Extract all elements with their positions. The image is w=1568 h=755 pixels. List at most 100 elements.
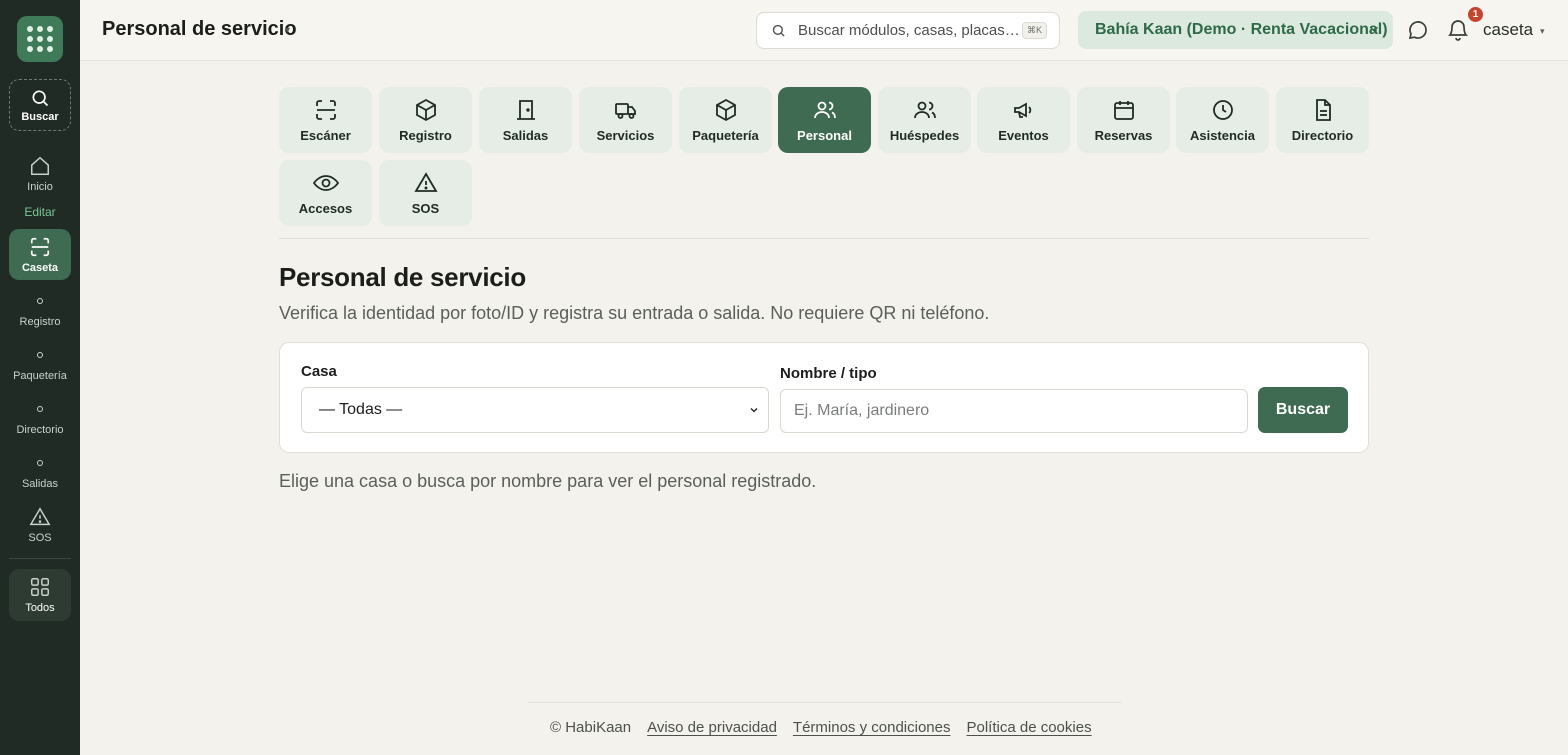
global-search-input[interactable]: Buscar módulos, casas, placas… ⌘K	[756, 12, 1060, 49]
page-title[interactable]: Personal de servicio	[102, 18, 297, 41]
tile-label: SOS	[411, 200, 440, 216]
tile-paqueteria[interactable]: Paquetería	[679, 87, 772, 153]
chevron-down-icon	[1370, 26, 1378, 32]
nombre-label: Nombre / tipo	[780, 365, 877, 382]
sidebar-item-paqueteria[interactable]: Paquetería	[9, 352, 71, 382]
sidebar-section-label: Editar	[24, 205, 56, 219]
sidebar-item-label: Registro	[19, 316, 61, 328]
terms-link[interactable]: Términos y condiciones	[793, 719, 951, 736]
section-divider	[279, 238, 1369, 239]
tile-salidas[interactable]: Salidas	[479, 87, 572, 153]
tile-label: Registro	[399, 127, 452, 143]
sidebar-item-todos[interactable]: Todos	[9, 569, 71, 621]
sidebar-search-button[interactable]: Buscar	[9, 79, 71, 131]
sidebar-item-label: Caseta	[21, 261, 59, 274]
tile-label: Reservas	[1094, 127, 1153, 143]
caret-down-icon[interactable]: ▾	[285, 25, 290, 36]
tile-personal[interactable]: Personal	[778, 87, 871, 153]
users-icon	[813, 101, 836, 118]
tile-asistencia[interactable]: Asistencia	[1176, 87, 1269, 153]
tile-label: Salidas	[502, 127, 549, 143]
tile-label: Personal	[797, 127, 852, 143]
tile-eventos[interactable]: Eventos	[977, 87, 1070, 153]
sidebar-item-label: Todos	[25, 602, 55, 614]
document-icon	[1315, 98, 1331, 121]
warning-icon	[413, 171, 438, 192]
tile-sos[interactable]: SOS	[379, 160, 472, 226]
eye-icon	[312, 174, 339, 191]
app-logo[interactable]	[17, 16, 63, 62]
warning-icon	[29, 507, 51, 526]
user-menu[interactable]: caseta	[1483, 20, 1533, 40]
tile-label: Eventos	[998, 127, 1049, 143]
community-selector[interactable]: Bahía Kaan (Demo · Renta Vacacional)	[1078, 11, 1393, 49]
dot-icon	[37, 352, 43, 358]
tile-label: Asistencia	[1189, 127, 1256, 143]
footer: © HabiKaan Aviso de privacidad Términos …	[550, 719, 1092, 736]
filter-card: Casa — Todas — Nombre / tipo Buscar	[279, 342, 1369, 453]
privacy-link[interactable]: Aviso de privacidad	[647, 719, 777, 736]
casa-select[interactable]: — Todas —	[301, 387, 769, 433]
dot-icon	[37, 298, 43, 304]
door-icon	[516, 99, 535, 120]
sidebar-item-registro[interactable]: Registro	[9, 298, 71, 328]
caret-down-icon[interactable]: ▾	[1540, 26, 1545, 37]
sidebar-item-label: SOS	[28, 532, 52, 544]
section-subtitle: Verifica la identidad por foto/ID y regi…	[279, 303, 990, 323]
sidebar-item-label: Inicio	[27, 181, 53, 193]
casa-label: Casa	[301, 363, 337, 380]
calendar-icon	[1113, 100, 1134, 120]
sidebar-item-label: Paquetería	[13, 370, 67, 382]
dot-icon	[37, 460, 43, 466]
bell-icon[interactable]	[1446, 18, 1470, 42]
tile-label: Escáner	[300, 127, 351, 143]
sidebar-item-caseta[interactable]: Caseta	[9, 229, 71, 280]
community-label: Bahía Kaan (Demo · Renta Vacacional)	[1095, 21, 1388, 38]
tile-label: Directorio	[1291, 127, 1354, 143]
search-icon	[772, 24, 785, 37]
sidebar-item-label: Salidas	[21, 478, 59, 490]
sidebar-item-inicio[interactable]: Inicio	[9, 155, 71, 193]
copyright: © HabiKaan	[550, 719, 632, 736]
sidebar-item-label: Directorio	[16, 424, 64, 436]
nombre-input[interactable]	[780, 389, 1248, 433]
tile-reservas[interactable]: Reservas	[1077, 87, 1170, 153]
scan-icon	[30, 237, 50, 256]
box-icon	[415, 98, 436, 121]
guests-icon	[913, 101, 936, 118]
dot-icon	[37, 406, 43, 412]
search-icon	[32, 90, 49, 106]
footer-divider	[528, 702, 1122, 703]
home-icon	[31, 156, 49, 175]
apps-grid-icon	[31, 578, 49, 596]
grid-dots-icon	[27, 26, 53, 52]
cookies-link[interactable]: Política de cookies	[967, 719, 1092, 736]
tile-label: Huéspedes	[889, 127, 960, 143]
tile-registro[interactable]: Registro	[379, 87, 472, 153]
tile-label: Accesos	[298, 200, 353, 216]
search-button[interactable]: Buscar	[1258, 387, 1348, 433]
tile-label: Servicios	[596, 127, 655, 143]
tile-servicios[interactable]: Servicios	[579, 87, 672, 153]
shortcut-badge: ⌘K	[1021, 22, 1047, 39]
scan-icon	[315, 99, 336, 120]
section-title: Personal de servicio	[279, 262, 526, 292]
sidebar-divider	[9, 558, 71, 559]
sidebar-item-sos[interactable]: SOS	[9, 506, 71, 544]
chat-icon[interactable]	[1406, 18, 1430, 42]
tile-huespedes[interactable]: Huéspedes	[878, 87, 971, 153]
search-placeholder: Buscar módulos, casas, placas…	[798, 22, 1020, 39]
sidebar-item-salidas[interactable]: Salidas	[9, 460, 71, 490]
notification-badge: 1	[1468, 7, 1483, 22]
tile-accesos[interactable]: Accesos	[279, 160, 372, 226]
tile-escaner[interactable]: Escáner	[279, 87, 372, 153]
megaphone-icon	[1013, 101, 1031, 118]
tile-directorio[interactable]: Directorio	[1276, 87, 1369, 153]
chevron-down-icon	[750, 408, 758, 413]
sidebar: Buscar Inicio Editar Caseta Registro Paq…	[0, 0, 80, 755]
sidebar-search-label: Buscar	[21, 110, 59, 123]
sidebar-item-directorio[interactable]: Directorio	[9, 406, 71, 436]
top-header: Personal de servicio ▾ Buscar módulos, c…	[80, 0, 1568, 61]
empty-state-hint: Elige una casa o busca por nombre para v…	[279, 471, 817, 491]
package-icon	[715, 98, 736, 121]
